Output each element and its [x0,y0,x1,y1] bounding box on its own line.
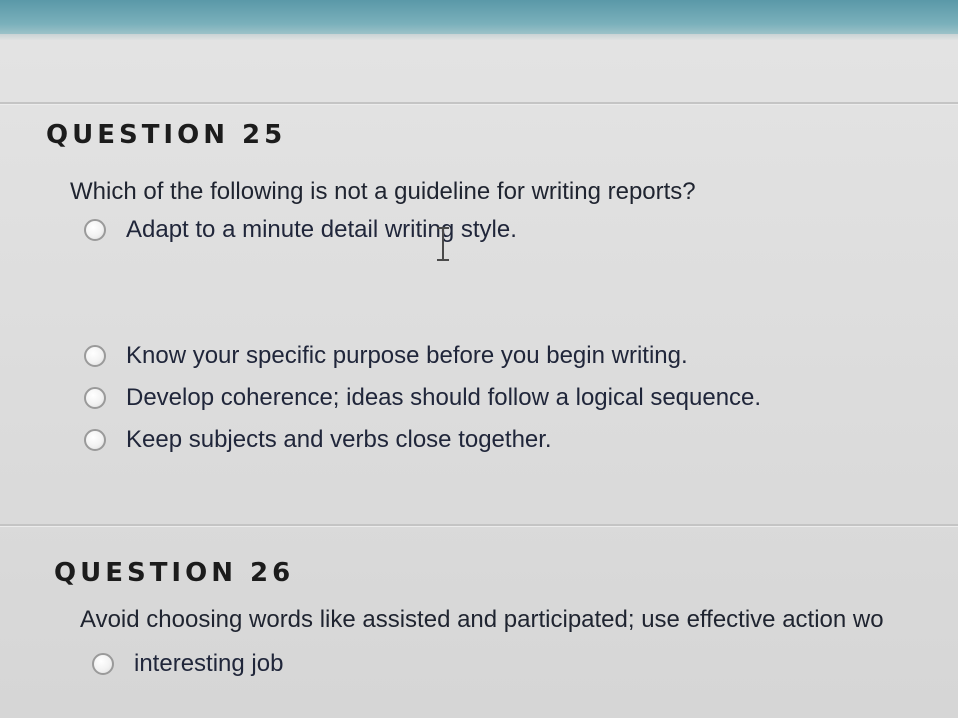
option-label: Keep subjects and verbs close together. [126,426,552,453]
radio-button-icon[interactable] [84,345,106,367]
window-top-band [0,0,958,34]
radio-button-icon[interactable] [92,653,114,675]
quiz-page: QUESTION 25 Which of the following is no… [0,0,958,718]
question-26-text: Avoid choosing words like assisted and p… [80,606,884,633]
question-25-text: Which of the following is not a guidelin… [70,178,696,205]
radio-button-icon[interactable] [84,387,106,409]
question-26-heading: QUESTION 26 [54,558,295,588]
question-25-option-3[interactable]: Develop coherence; ideas should follow a… [84,384,761,412]
radio-button-icon[interactable] [84,429,106,451]
option-label: interesting job [134,650,284,677]
text-cursor-icon [437,227,449,261]
question-25-option-4[interactable]: Keep subjects and verbs close together. [84,426,552,454]
option-label: Know your specific purpose before you be… [126,342,688,369]
question-25-option-2[interactable]: Know your specific purpose before you be… [84,342,688,370]
option-label: Develop coherence; ideas should follow a… [126,384,762,411]
question-26-option-1[interactable]: interesting job [92,650,283,678]
top-band-edge [0,34,958,40]
section-divider-middle [0,524,958,527]
option-label: Adapt to a minute detail writing style. [126,216,517,243]
question-25-heading: QUESTION 25 [46,120,287,150]
radio-button-icon[interactable] [84,219,106,241]
section-divider-top [0,102,958,105]
